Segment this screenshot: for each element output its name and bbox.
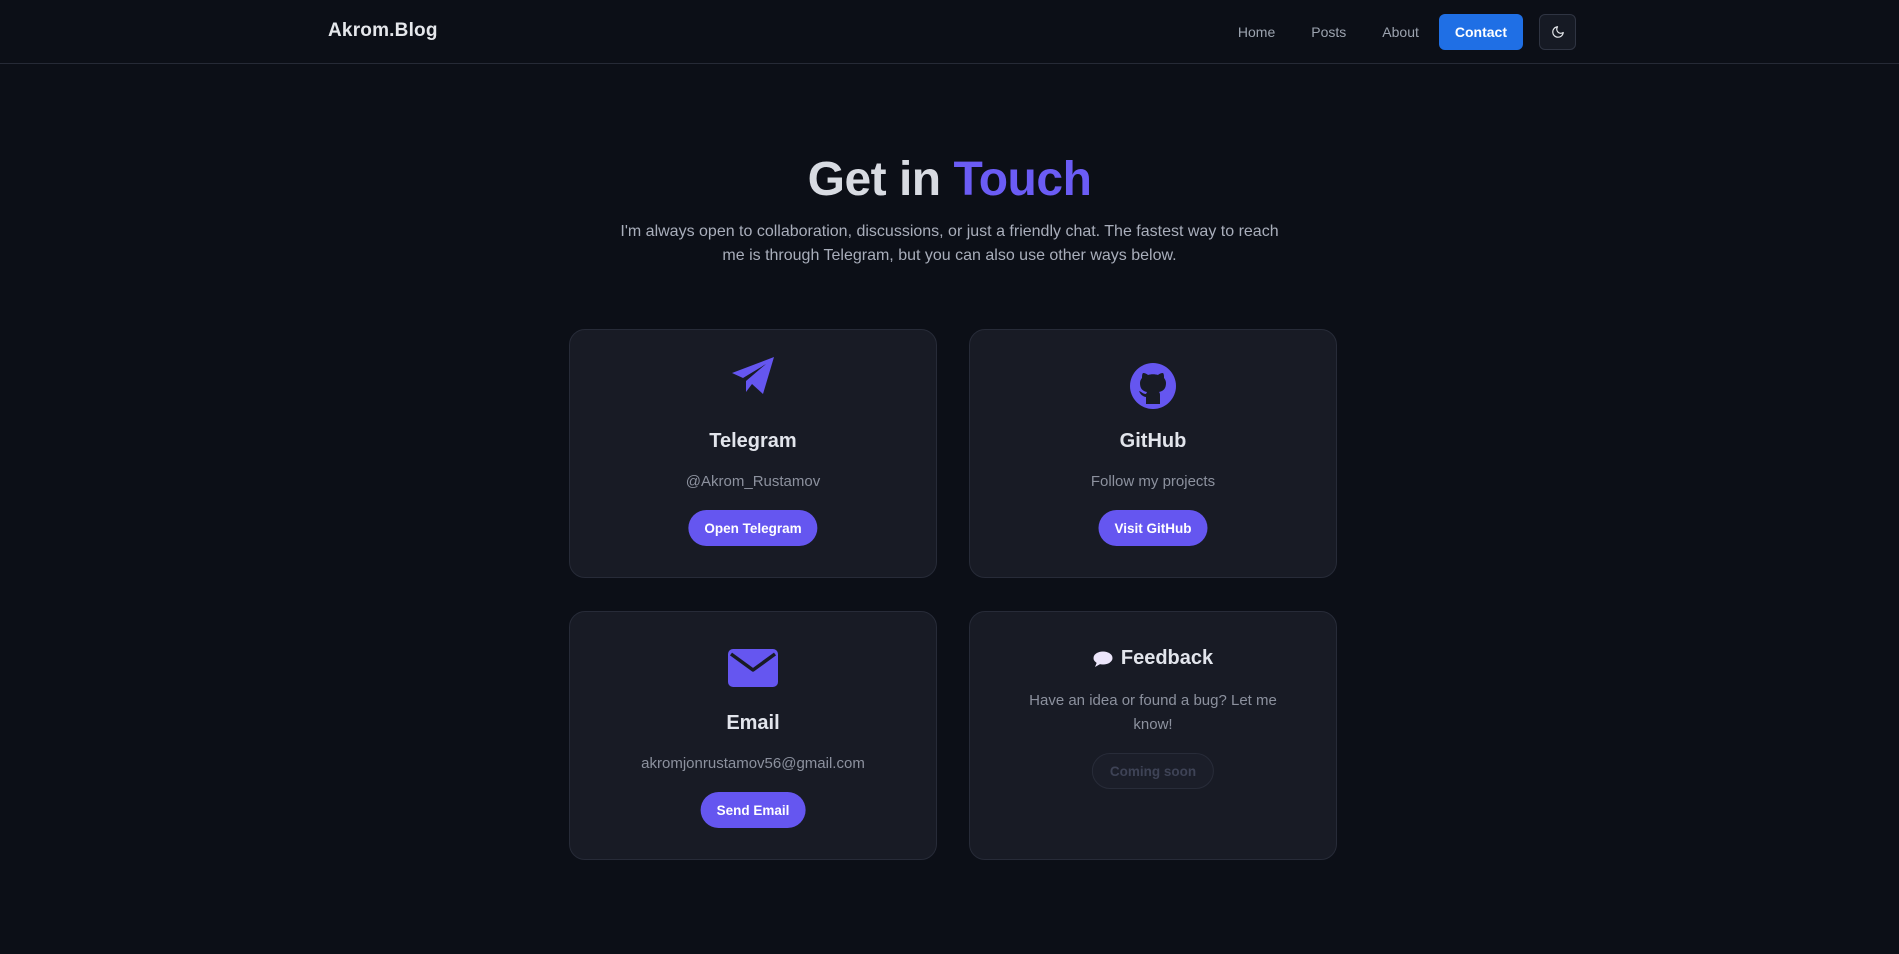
telegram-handle: @Akrom_Rustamov	[685, 473, 821, 490]
visit-github-button[interactable]: Visit GitHub	[1098, 510, 1208, 546]
github-icon	[1130, 363, 1176, 409]
email-address: akromjonrustamov56@gmail.com	[641, 755, 865, 772]
nav-home-link[interactable]: Home	[1238, 24, 1275, 40]
paper-plane-icon	[732, 357, 774, 394]
card-title: Email	[726, 712, 780, 734]
email-card: Email akromjonrustamov56@gmail.com Send …	[569, 611, 937, 860]
page-subtitle: I'm always open to collaboration, discus…	[620, 223, 1279, 264]
speech-bubble-icon	[1093, 651, 1113, 667]
open-telegram-button[interactable]: Open Telegram	[688, 510, 818, 546]
envelope-icon	[728, 649, 778, 687]
nav-about-link[interactable]: About	[1382, 24, 1419, 40]
github-description: Follow my projects	[1090, 473, 1216, 490]
feedback-title-text: Feedback	[1120, 647, 1214, 669]
contact-hero: Get in Touch I'm always open to collabor…	[0, 150, 1899, 268]
card-title: Telegram	[709, 430, 797, 452]
telegram-card: Telegram @Akrom_Rustamov Open Telegram	[569, 329, 937, 578]
theme-toggle-button[interactable]	[1539, 14, 1576, 50]
nav-contact-button[interactable]: Contact	[1438, 14, 1523, 50]
feedback-title: Feedback	[970, 647, 1336, 670]
github-card: GitHub Follow my projects Visit GitHub	[969, 329, 1337, 578]
contact-cards: Telegram @Akrom_Rustamov Open Telegram G…	[569, 329, 1337, 860]
site-header: Akrom.Blog Home Posts About Contact	[0, 0, 1899, 64]
send-email-button[interactable]: Send Email	[700, 792, 806, 828]
site-logo[interactable]: Akrom.Blog	[328, 20, 438, 42]
feedback-card: Feedback Have an idea or found a bug? Le…	[969, 611, 1337, 860]
title-main: Get in	[807, 153, 942, 206]
title-accent: Touch	[953, 153, 1092, 206]
main-nav: Home Posts About Contact	[1220, 14, 1576, 50]
moon-icon	[1551, 26, 1564, 38]
nav-posts-link[interactable]: Posts	[1311, 24, 1346, 40]
card-title: GitHub	[1119, 430, 1187, 452]
page-title: Get in Touch	[0, 150, 1899, 210]
feedback-text: Have an idea or found a bug? Let me know…	[1029, 692, 1277, 733]
coming-soon-badge: Coming soon	[1091, 753, 1215, 789]
